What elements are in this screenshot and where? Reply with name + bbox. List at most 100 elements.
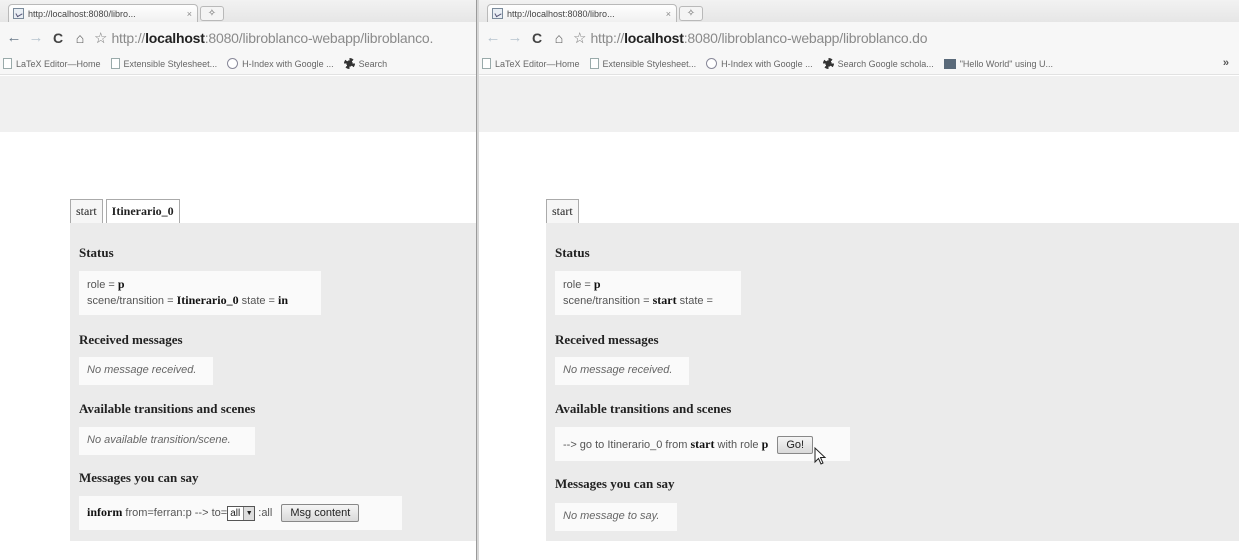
say-heading: Messages you can say (79, 470, 199, 485)
bookmark-search[interactable]: Search (343, 58, 388, 69)
go-button[interactable]: Go! (777, 436, 814, 454)
tab-start[interactable]: start (70, 199, 103, 223)
browser-tab[interactable]: http://localhost:8080/libro... × (8, 4, 198, 22)
close-icon[interactable]: × (187, 9, 192, 19)
page-icon (110, 58, 120, 69)
say-from-text: from=ferran:p --> to= (122, 506, 228, 519)
status-heading: Status (79, 245, 114, 260)
available-heading: Available transitions and scenes (79, 401, 256, 416)
tab-strip: http://localhost:8080/libro... × ✧ (0, 0, 476, 22)
gear-icon (343, 58, 355, 69)
scene-line: scene/transition = start state = (563, 293, 713, 307)
reload-icon[interactable]: C (48, 28, 68, 48)
bookmark-label: LaTeX Editor—Home (495, 58, 580, 69)
star-icon[interactable]: ☆ (94, 29, 107, 47)
bookmarks-bar: LaTeX Editor—Home Extensible Stylesheet.… (0, 53, 476, 75)
bookmarks-bar: LaTeX Editor—Home Extensible Stylesheet.… (479, 53, 1239, 75)
go-prefix-text: --> go to Itinerario_0 from (563, 438, 691, 451)
tab-start[interactable]: start (546, 199, 579, 223)
bookmark-label: Extensible Stylesheet... (123, 58, 218, 69)
available-box: No available transition/scene. (79, 427, 255, 455)
say-after-text: :all (255, 506, 273, 519)
available-box: --> go to Itinerario_0 from start with r… (555, 427, 850, 461)
status-box: role = p scene/transition = start state … (555, 271, 741, 315)
say-text: No message to say. (563, 510, 660, 522)
screenshot: http://localhost:8080/libro... × ✧ ← → C… (0, 0, 1239, 560)
forward-arrow-icon[interactable]: → (505, 28, 525, 48)
role-value: p (593, 277, 601, 291)
back-arrow-icon[interactable]: ← (483, 28, 503, 48)
received-text: No message received. (563, 364, 673, 376)
bookmark-extensible-stylesheet[interactable]: Extensible Stylesheet... (110, 58, 218, 69)
url-path: :8080/libroblanco-webapp/libroblanco. (204, 29, 434, 46)
address-bar[interactable]: http://localhost:8080/libroblanco-webapp… (590, 30, 927, 46)
status-heading: Status (555, 245, 590, 260)
new-tab-icon: ✧ (207, 8, 217, 19)
bookmark-latex-editor[interactable]: LaTeX Editor—Home (3, 58, 101, 69)
right-browser-window: http://localhost:8080/libro... × ✧ ← → C… (479, 0, 1239, 560)
tab-itinerario-0[interactable]: Itinerario_0 (105, 199, 180, 223)
home-icon[interactable]: ⌂ (70, 28, 90, 48)
received-heading: Received messages (79, 332, 183, 347)
bookmark-h-index[interactable]: H-Index with Google ... (227, 58, 334, 69)
close-icon[interactable]: × (666, 9, 671, 19)
page-header-band (0, 76, 476, 132)
bookmark-label: H-Index with Google ... (721, 58, 813, 69)
available-text: No available transition/scene. (87, 434, 231, 446)
page-icon (482, 58, 491, 69)
scene-panel: Status role = p scene/transition = Itine… (70, 223, 476, 541)
state-value: in (278, 293, 289, 307)
go-mid-text: with role (714, 438, 762, 451)
more-bookmarks-icon[interactable]: » (1223, 57, 1229, 69)
scene-value: Itinerario_0 (176, 293, 239, 307)
browser-toolbar: ← → C ⌂ ☆ http://localhost:8080/librobla… (0, 22, 476, 53)
browser-toolbar: ← → C ⌂ ☆ http://localhost:8080/librobla… (479, 22, 1239, 53)
bookmark-latex-editor[interactable]: LaTeX Editor—Home (482, 58, 580, 69)
bookmark-search-google-scholar[interactable]: Search Google schola... (822, 58, 934, 69)
new-tab-icon: ✧ (686, 8, 696, 19)
url-prefix: http:// (590, 29, 625, 46)
new-tab-button[interactable]: ✧ (679, 6, 703, 21)
bookmark-label: Extensible Stylesheet... (602, 58, 697, 69)
scene-panel: Status role = p scene/transition = start… (546, 223, 1239, 541)
say-box: No message to say. (555, 503, 677, 531)
home-icon[interactable]: ⌂ (549, 28, 569, 48)
forward-arrow-icon[interactable]: → (26, 28, 46, 48)
scene-tabs: start Itinerario_0 (70, 199, 183, 223)
available-heading: Available transitions and scenes (555, 401, 732, 416)
role-value: p (117, 277, 125, 291)
url-path: :8080/libroblanco-webapp/libroblanco.do (683, 29, 928, 46)
reload-icon[interactable]: C (527, 28, 547, 48)
bookmark-hello-world[interactable]: "Hello World" using U... (943, 58, 1053, 69)
star-icon[interactable]: ☆ (573, 29, 586, 47)
favicon-icon (13, 8, 24, 19)
browser-tab[interactable]: http://localhost:8080/libro... × (487, 4, 677, 22)
status-box: role = p scene/transition = Itinerario_0… (79, 271, 321, 315)
bookmark-label: LaTeX Editor—Home (16, 58, 101, 69)
page-header-band (479, 76, 1239, 132)
gear-icon (822, 58, 834, 69)
role-line: role = p (87, 277, 125, 291)
scene-tabs: start (546, 199, 582, 223)
url-host: localhost (624, 29, 684, 46)
received-box: No message received. (79, 357, 213, 385)
recipient-select[interactable]: all ▼ (227, 505, 256, 521)
page-icon (589, 58, 599, 69)
received-heading: Received messages (555, 332, 659, 347)
page-icon (3, 58, 12, 69)
bookmark-h-index[interactable]: H-Index with Google ... (706, 58, 813, 69)
url-prefix: http:// (111, 29, 146, 46)
msg-content-button[interactable]: Msg content (281, 504, 360, 522)
go-from-value: start (690, 436, 715, 451)
tab-strip: http://localhost:8080/libro... × ✧ (479, 0, 1239, 22)
bookmark-extensible-stylesheet[interactable]: Extensible Stylesheet... (589, 58, 697, 69)
bookmark-label: Search (358, 58, 388, 69)
back-arrow-icon[interactable]: ← (4, 28, 24, 48)
address-bar[interactable]: http://localhost:8080/libroblanco-webapp… (111, 30, 433, 46)
globe-icon (706, 58, 718, 69)
browser-tab-title: http://localhost:8080/libro... (507, 8, 615, 19)
browser-tab-title: http://localhost:8080/libro... (28, 8, 136, 19)
bookmark-label: Search Google schola... (837, 58, 934, 69)
bookmark-label: H-Index with Google ... (242, 58, 334, 69)
new-tab-button[interactable]: ✧ (200, 6, 224, 21)
